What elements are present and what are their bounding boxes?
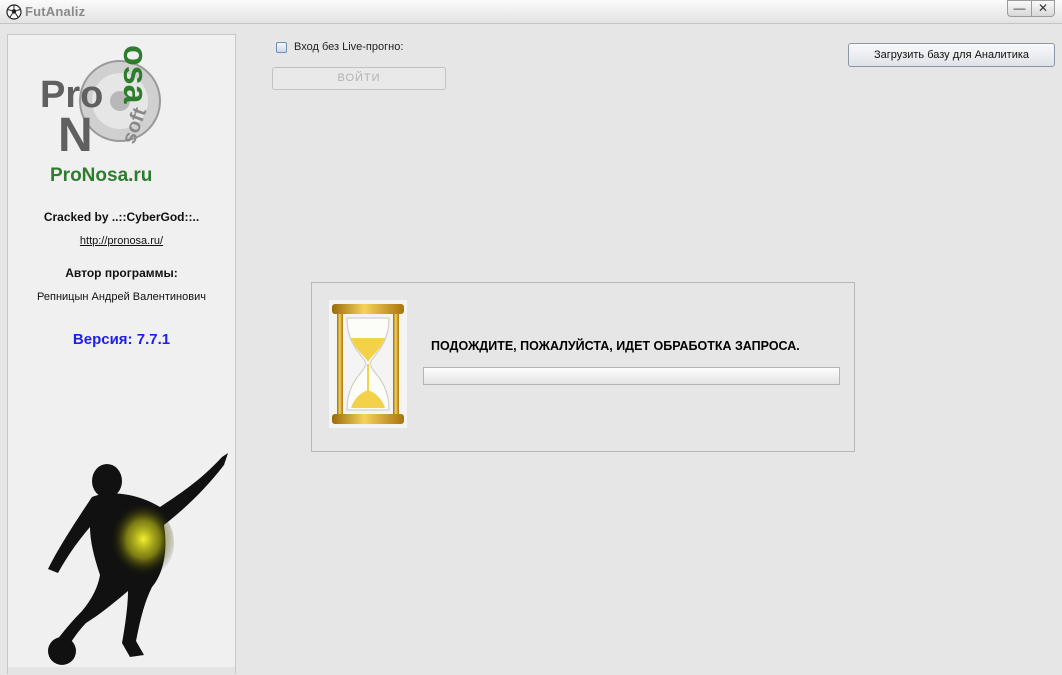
svg-text:N: N: [58, 109, 93, 162]
wait-message: ПОДОЖДИТЕ, ПОЖАЛУЙСТА, ИДЕТ ОБРАБОТКА ЗА…: [431, 339, 800, 353]
pronosa-logo: Pro N osa soft ProNosa.ru: [40, 45, 161, 185]
title-bar: FutAnaliz — ✕: [0, 0, 1062, 24]
soccer-ball-icon: [6, 4, 22, 20]
progress-bar: [423, 367, 840, 385]
sidebar: Pro N osa soft ProNosa.ru Cracked by ..:…: [7, 34, 236, 675]
website-link[interactable]: http://pronosa.ru/: [8, 235, 235, 247]
hourglass-icon: [329, 300, 407, 428]
close-button[interactable]: ✕: [1031, 0, 1055, 17]
svg-text:osa: osa: [116, 45, 154, 105]
logo-brand-text: ProNosa.ru: [50, 165, 152, 185]
author-label: Автор программы:: [65, 266, 178, 280]
minimize-button[interactable]: —: [1007, 0, 1031, 17]
live-checkbox-label[interactable]: Вход без Live-прогно:: [294, 41, 403, 53]
cracked-by-text: Cracked by ..::CyberGod::..: [43, 210, 200, 224]
live-checkbox-row[interactable]: Вход без Live-прогно:: [276, 41, 403, 53]
wait-panel: ПОДОЖДИТЕ, ПОЖАЛУЙСТА, ИДЕТ ОБРАБОТКА ЗА…: [311, 282, 855, 452]
version-label: Версия: 7.7.1: [72, 331, 171, 348]
load-database-button[interactable]: Загрузить базу для Аналитика: [848, 43, 1055, 67]
login-button[interactable]: ВОЙТИ: [272, 67, 446, 90]
live-checkbox[interactable]: [276, 41, 287, 53]
window-title: FutAnaliz: [25, 4, 86, 19]
window-controls: — ✕: [1007, 0, 1055, 17]
author-name: Репницын Андрей Валентинович: [37, 291, 206, 303]
player-silhouette: [48, 453, 228, 665]
